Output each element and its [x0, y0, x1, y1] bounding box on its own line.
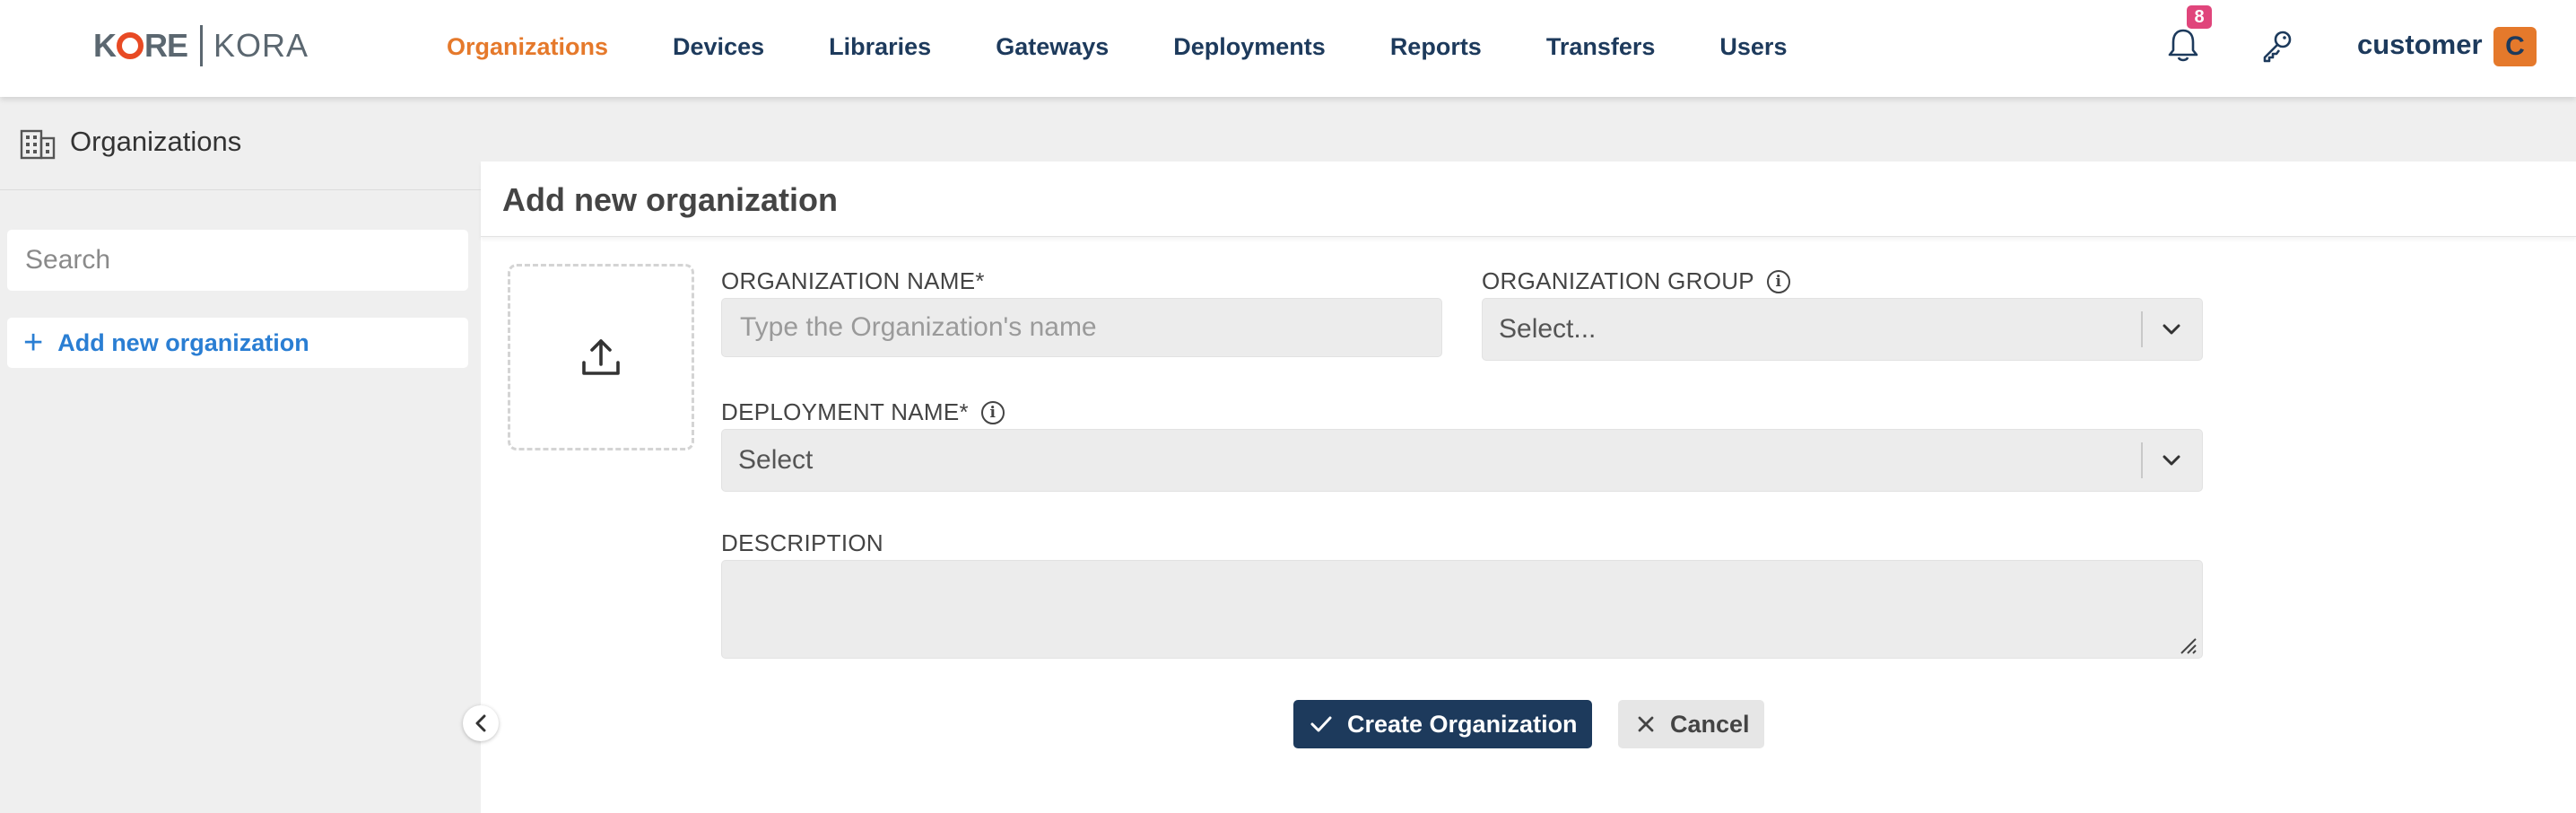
description-textarea[interactable] [721, 560, 2203, 659]
create-organization-button[interactable]: Create Organization [1293, 700, 1592, 748]
upload-icon [582, 339, 620, 375]
add-new-organization-label: Add new organization [57, 328, 309, 356]
nav-reports[interactable]: Reports [1390, 33, 1482, 61]
info-icon[interactable]: i [1766, 269, 1790, 293]
organization-name-label-text: ORGANIZATION NAME* [721, 267, 985, 294]
select-divider [2141, 442, 2143, 478]
kore-o-ring [117, 32, 144, 59]
brand-logo[interactable]: K RE KORA [93, 23, 309, 68]
kora-wordmark: KORA [213, 27, 309, 64]
nav-devices[interactable]: Devices [673, 33, 764, 61]
collapse-sidebar-button[interactable] [463, 705, 499, 741]
nav-deployments[interactable]: Deployments [1173, 33, 1326, 61]
user-name[interactable]: customer [2357, 29, 2483, 61]
nav-libraries[interactable]: Libraries [829, 33, 931, 61]
plus-icon: + [23, 324, 44, 362]
check-icon [1310, 716, 1332, 732]
deployment-name-label: DEPLOYMENT NAME* i [721, 398, 1005, 426]
deployment-name-select[interactable]: Select [721, 429, 2203, 492]
sidebar-header: Organizations [0, 97, 481, 190]
description-label: DESCRIPTION [721, 529, 883, 557]
main-panel: Add new organization ORGANIZATION NAME* … [481, 162, 2576, 813]
chevron-down-icon [2163, 324, 2180, 335]
user-avatar[interactable]: C [2493, 27, 2537, 66]
cancel-label: Cancel [1670, 710, 1750, 738]
organization-group-label: ORGANIZATION GROUP i [1482, 267, 1790, 295]
form-header: Add new organization [481, 162, 2576, 237]
organization-group-label-text: ORGANIZATION GROUP [1482, 267, 1754, 294]
logo-upload-dropzone[interactable] [508, 264, 694, 450]
bell-icon[interactable] [2167, 27, 2199, 63]
deployment-name-value: Select [738, 445, 814, 475]
sidebar: Organizations + Add new organization [0, 97, 481, 813]
organization-name-label: ORGANIZATION NAME* [721, 267, 985, 295]
kore-wordmark: K RE [93, 27, 188, 65]
description-label-text: DESCRIPTION [721, 529, 883, 556]
logo-separator [200, 25, 204, 66]
chevron-left-icon [475, 714, 486, 732]
nav-organizations[interactable]: Organizations [447, 33, 608, 61]
organization-group-select[interactable]: Select... [1482, 298, 2203, 361]
add-new-organization-button[interactable]: + Add new organization [7, 318, 468, 368]
top-navigation-bar: K RE KORA Organizations Devices Libraries… [0, 0, 2576, 97]
chevron-down-icon [2163, 455, 2180, 466]
building-icon [20, 129, 56, 160]
search-input[interactable] [7, 230, 468, 291]
key-icon[interactable] [2260, 29, 2294, 63]
cancel-button[interactable]: Cancel [1618, 700, 1764, 748]
nav-transfers[interactable]: Transfers [1546, 33, 1656, 61]
info-icon[interactable]: i [980, 400, 1005, 424]
create-organization-label: Create Organization [1347, 710, 1578, 738]
kore-k: K [93, 27, 117, 64]
deployment-name-label-text: DEPLOYMENT NAME* [721, 398, 969, 425]
main-nav: Organizations Devices Libraries Gateways… [447, 0, 1851, 93]
notification-count-badge: 8 [2187, 5, 2212, 29]
close-icon [1638, 716, 1654, 732]
kore-re: RE [144, 27, 188, 64]
organization-name-input[interactable] [721, 298, 1442, 357]
resize-grip-icon[interactable] [2176, 634, 2197, 655]
organization-group-value: Select... [1499, 314, 1597, 344]
sidebar-title: Organizations [70, 126, 242, 157]
page-title: Add new organization [502, 181, 838, 218]
nav-users[interactable]: Users [1719, 33, 1787, 61]
select-divider [2141, 311, 2143, 347]
nav-gateways[interactable]: Gateways [996, 33, 1109, 61]
